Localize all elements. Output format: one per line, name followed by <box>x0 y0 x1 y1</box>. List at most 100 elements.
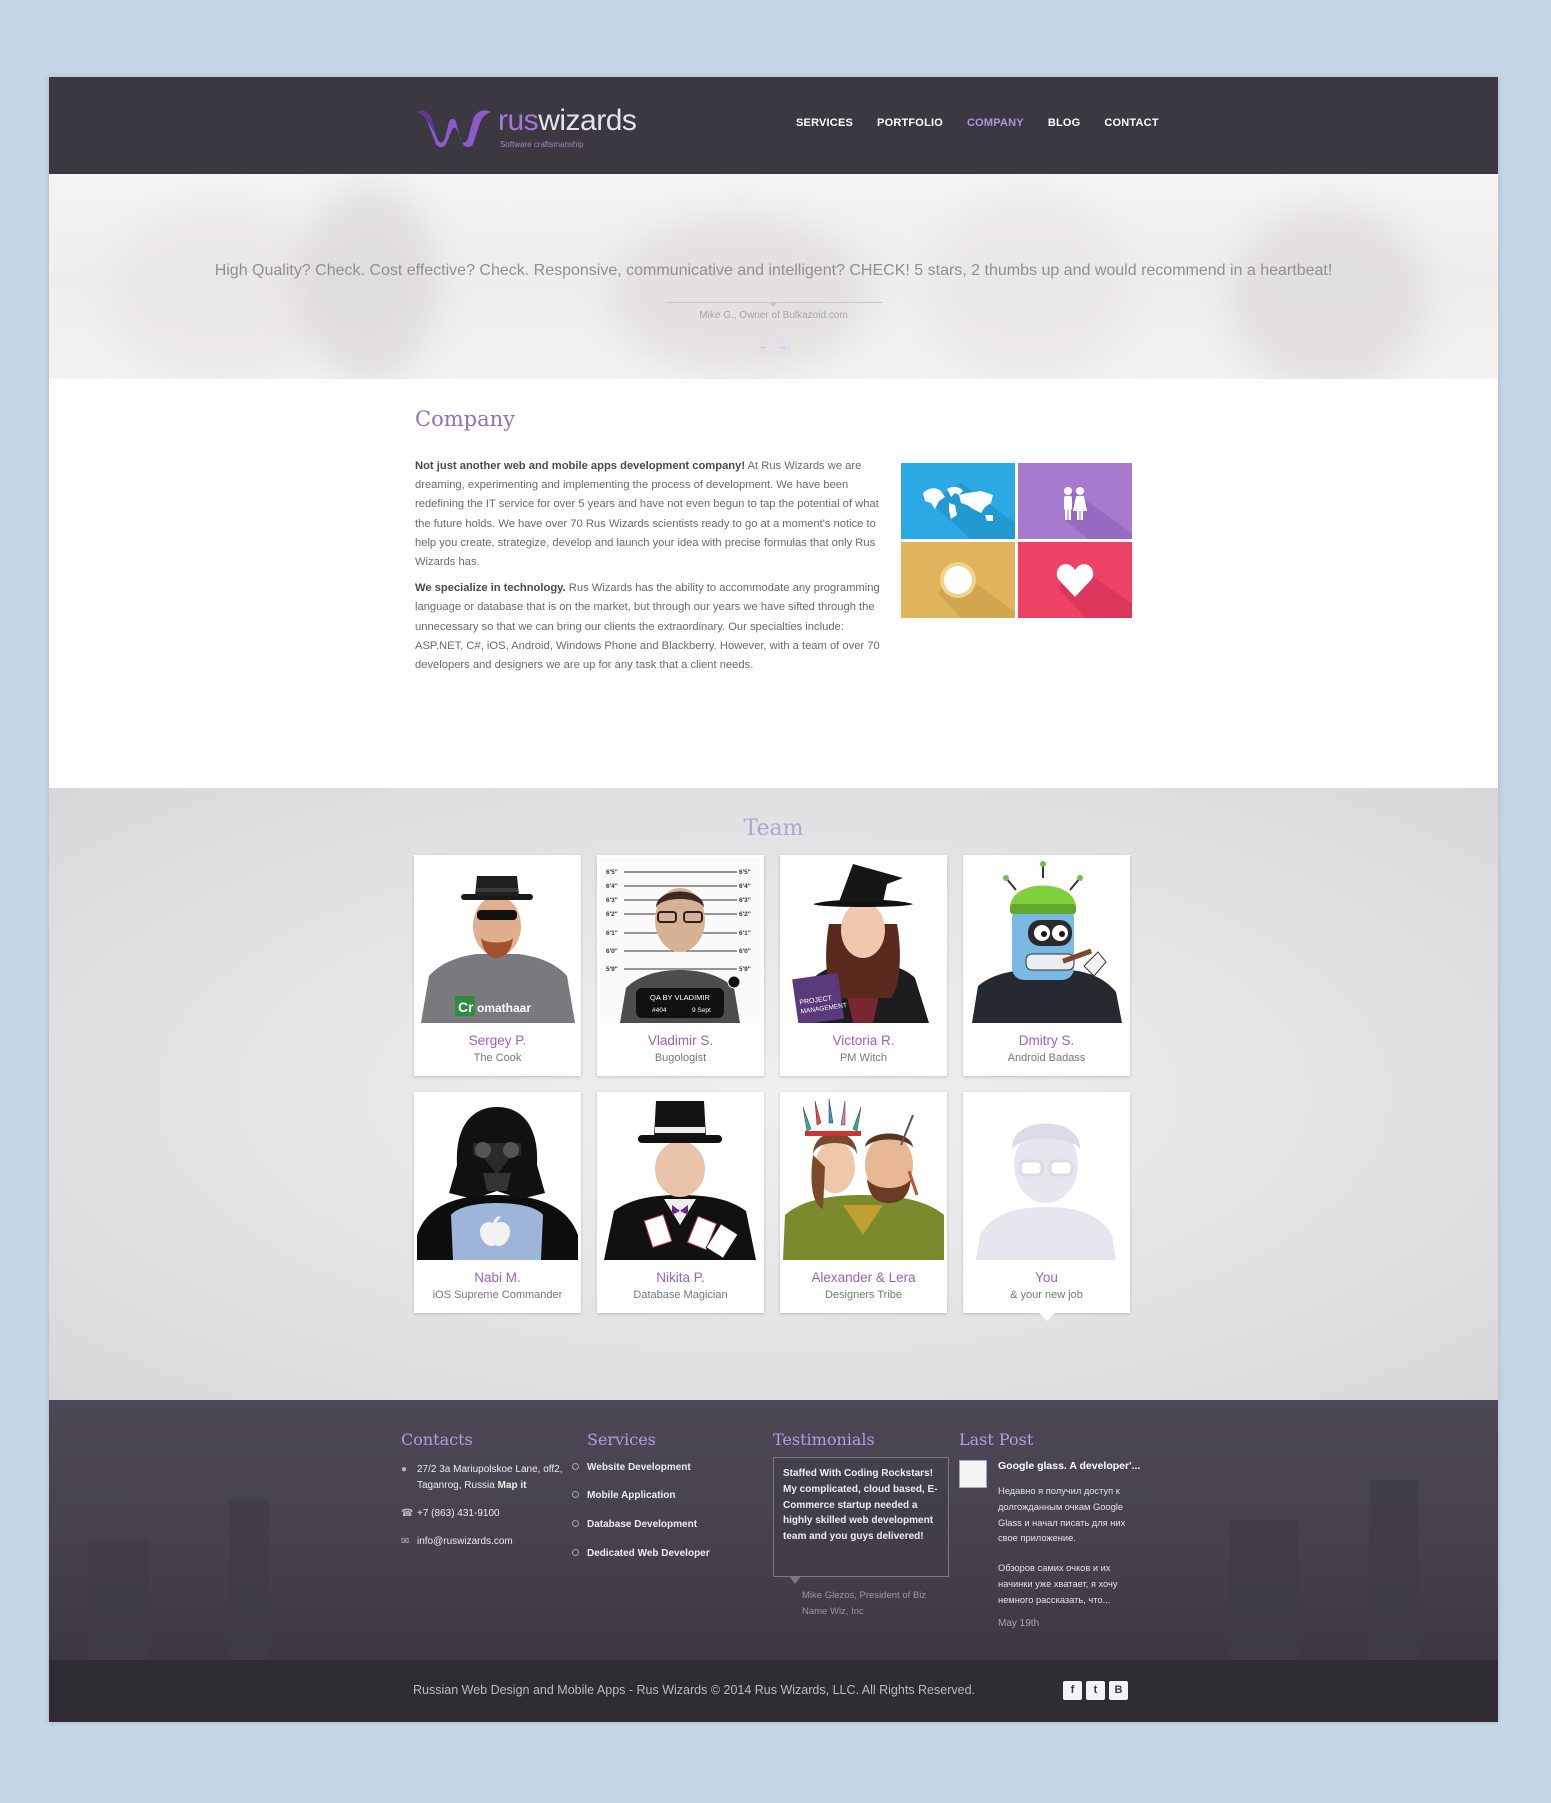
testimonial-slider: High Quality? Check. Cost effective? Che… <box>49 174 1498 379</box>
member-role: Database Magician <box>633 1289 728 1301</box>
slider-next-button[interactable]: → <box>775 339 790 354</box>
testimonial-box: Staffed With Coding Rockstars! My compli… <box>773 1457 949 1577</box>
member-photo <box>966 858 1127 1023</box>
footer-bg-shape <box>229 1500 269 1660</box>
feature-tiles <box>901 463 1133 618</box>
footer-bg-shape <box>1229 1520 1299 1660</box>
nav-contact[interactable]: CONTACT <box>1104 117 1158 129</box>
contacts-heading: Contacts <box>401 1430 473 1449</box>
team-card[interactable]: Cr omathaar Sergey P. The Cook <box>414 855 581 1076</box>
member-photo: Cr omathaar <box>417 858 578 1023</box>
testimonial-pointer <box>789 1576 801 1584</box>
footer-bg-shape <box>1369 1480 1419 1660</box>
member-role: PM Witch <box>839 1052 888 1064</box>
member-photo <box>600 1095 761 1260</box>
phone-icon: ☎ <box>401 1508 414 1519</box>
logo[interactable]: ruswizards Software craftsmanship <box>415 104 655 150</box>
svg-text:5'9": 5'9" <box>606 966 618 973</box>
svg-text:6'1": 6'1" <box>739 930 751 937</box>
member-role: The Cook <box>473 1052 522 1064</box>
team-card[interactable]: Alexander & Lera Designers Tribe <box>780 1092 947 1313</box>
svg-text:6'4": 6'4" <box>606 883 618 890</box>
tile-people <box>1018 463 1132 539</box>
map-link[interactable]: Map it <box>498 1480 527 1491</box>
placeholder-avatar <box>966 1095 1127 1260</box>
bottom-bar: Russian Web Design and Mobile Apps - Rus… <box>49 1660 1498 1722</box>
last-post-heading: Last Post <box>959 1430 1034 1449</box>
member-role: Designers Tribe <box>824 1289 903 1301</box>
world-map-icon <box>923 483 1015 539</box>
slider-prev-button[interactable]: ← <box>756 339 771 354</box>
post-title[interactable]: Google glass. A developer'... <box>998 1460 1148 1472</box>
team-card[interactable]: Nikita P. Database Magician <box>597 1092 764 1313</box>
team-card[interactable]: Dmitry S. Android Badass <box>963 855 1130 1076</box>
bullet-icon <box>572 1491 579 1498</box>
main-nav: SERVICES PORTFOLIO COMPANY BLOG CONTACT <box>796 117 1183 129</box>
service-link[interactable]: Website Development <box>572 1462 691 1473</box>
testimonials-heading: Testimonials <box>773 1430 875 1449</box>
team-card-vacancy[interactable]: You & your new job <box>963 1092 1130 1321</box>
user-silhouette-icon <box>976 1123 1116 1260</box>
svg-text:6'2": 6'2" <box>606 911 618 918</box>
member-photo <box>417 1095 578 1260</box>
tile-world <box>901 463 1015 539</box>
mail-icon: ✉ <box>401 1536 410 1547</box>
header: ruswizards Software craftsmanship SERVIC… <box>49 77 1498 174</box>
facebook-icon[interactable]: f <box>1063 1681 1082 1700</box>
svg-text:6'4": 6'4" <box>739 883 751 890</box>
twitter-icon[interactable]: t <box>1086 1681 1105 1700</box>
page: ruswizards Software craftsmanship SERVIC… <box>49 77 1498 1722</box>
people-icon <box>1064 487 1132 539</box>
svg-text:5'9": 5'9" <box>739 966 751 973</box>
post-thumbnail[interactable] <box>959 1460 987 1488</box>
brand-tagline: Software craftsmanship <box>500 140 584 149</box>
member-name: You <box>1035 1270 1058 1285</box>
quote-divider-pointer <box>768 302 778 307</box>
nav-portfolio[interactable]: PORTFOLIO <box>877 117 943 129</box>
svg-text:Cr: Cr <box>458 999 474 1015</box>
svg-text:6'5": 6'5" <box>739 869 751 876</box>
member-name: Nikita P. <box>656 1270 705 1285</box>
member-name: Vladimir S. <box>647 1033 714 1048</box>
member-photo <box>783 1095 944 1260</box>
service-link[interactable]: Dedicated Web Developer <box>572 1548 710 1559</box>
service-link[interactable]: Database Development <box>572 1519 697 1530</box>
team-section: Team Cr omathaar Sergey P. The Cook 6'5"… <box>49 788 1498 1400</box>
post-date: May 19th <box>998 1618 1040 1629</box>
card-pointer <box>1039 1313 1055 1321</box>
svg-text:6'5": 6'5" <box>606 869 618 876</box>
team-card[interactable]: Nabi M. iOS Supreme Commander <box>414 1092 581 1313</box>
sign-text: QA BY VLADIMIR <box>650 993 710 1002</box>
team-card[interactable]: 6'5" 6'4" 6'3" 6'2" 6'1" 6'0" 5'9" 6'5" 6'4" 6'3… <box>597 855 764 1076</box>
phone: ☎ +7 (863) 431-9100 <box>401 1506 500 1522</box>
nav-services[interactable]: SERVICES <box>796 117 853 129</box>
svg-text:6'2": 6'2" <box>739 911 751 918</box>
member-role: iOS Supreme Commander <box>432 1289 563 1301</box>
svg-text:6'1": 6'1" <box>606 930 618 937</box>
footer: Contacts ● 27/2 3a Mariupolskoe Lane, of… <box>49 1400 1498 1660</box>
vk-icon[interactable]: B <box>1109 1681 1128 1700</box>
svg-text:6'3": 6'3" <box>606 897 618 904</box>
service-link[interactable]: Mobile Application <box>572 1490 676 1501</box>
email[interactable]: ✉ info@ruswizards.com <box>401 1534 513 1550</box>
member-role: Android Badass <box>1007 1052 1086 1064</box>
footer-bg-shape <box>89 1540 149 1660</box>
testimonial-quote: High Quality? Check. Cost effective? Che… <box>214 262 1333 279</box>
brand-name: ruswizards <box>498 104 637 137</box>
nav-blog[interactable]: BLOG <box>1048 117 1081 129</box>
nav-company[interactable]: COMPANY <box>967 117 1024 129</box>
post-excerpt: Недавно я получил доступ к долгожданным … <box>998 1486 1126 1544</box>
bullet-icon <box>572 1463 579 1470</box>
badge-icon <box>939 562 1015 618</box>
testimonial-author: Mike G., Owner of Bulkazoid.com <box>699 310 848 321</box>
shirt-text: omathaar <box>477 1001 531 1015</box>
address: ● 27/2 3a Mariupolskoe Lane, off2, Tagan… <box>401 1464 563 1491</box>
company-heading: Company <box>415 407 515 431</box>
member-photo: 6'5" 6'4" 6'3" 6'2" 6'1" 6'0" 5'9" 6'5" 6'4" 6'3… <box>600 858 761 1023</box>
sign-date: 9 Sept <box>692 1007 711 1014</box>
company-paragraph: We specialize in technology. Rus Wizards… <box>415 582 880 672</box>
wizard-logo-icon <box>417 110 491 147</box>
company-paragraph: Not just another web and mobile apps dev… <box>415 460 879 569</box>
bullet-icon <box>572 1549 579 1556</box>
team-card[interactable]: PROJECT MANAGEMENT Victoria R. PM Witch <box>780 855 947 1076</box>
